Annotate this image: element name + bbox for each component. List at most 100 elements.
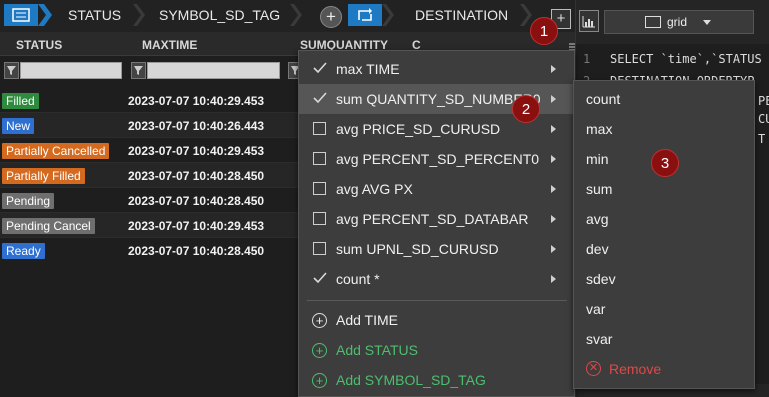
chart-icon[interactable] xyxy=(579,10,599,32)
chevron-right-icon xyxy=(551,245,556,253)
status-badge: Ready xyxy=(2,243,45,259)
chevron-right-icon xyxy=(551,185,556,193)
breadcrumb-chevron-icon xyxy=(290,4,302,26)
maxtime-cell: 2023-07-07 10:40:28.450 xyxy=(128,244,265,258)
menu-item-label: max TIME xyxy=(336,61,400,77)
table-row[interactable]: Pending Cancel 2023-07-07 10:40:29.453 xyxy=(0,213,300,238)
function-item-sdev[interactable]: sdev xyxy=(586,264,616,294)
breadcrumb-item-status[interactable]: STATUS xyxy=(68,4,121,26)
add-circle-icon: + xyxy=(312,373,327,388)
view-type-label: grid xyxy=(667,15,688,29)
filter-input-maxtime[interactable] xyxy=(147,62,280,79)
step-marker-1: 1 xyxy=(530,17,558,45)
table-row[interactable]: Partially Cancelled 2023-07-07 10:40:29.4… xyxy=(0,138,300,163)
view-type-select[interactable]: grid xyxy=(604,10,754,34)
menu-item-avg-avg-px[interactable]: avg AVG PX xyxy=(299,174,576,204)
checkbox xyxy=(313,152,326,165)
step-marker-2: 2 xyxy=(512,95,540,123)
maxtime-cell: 2023-07-07 10:40:28.450 xyxy=(128,169,265,183)
chevron-right-icon xyxy=(551,95,556,103)
table-row[interactable]: New 2023-07-07 10:40:26.443 xyxy=(0,113,300,138)
function-item-var[interactable]: var xyxy=(586,294,605,324)
table-empty-area xyxy=(0,262,300,397)
breadcrumb-chevron-icon xyxy=(133,4,145,26)
checkmark-icon xyxy=(313,92,327,104)
table-body: Filled 2023-07-07 10:40:29.453 New 2023-07-… xyxy=(0,88,300,263)
add-circle-icon: + xyxy=(312,313,327,328)
column-header-status[interactable]: STATUS xyxy=(16,38,62,52)
menu-item-sum-upnl-sd-curusd[interactable]: sum UPNL_SD_CURUSD xyxy=(299,234,576,264)
menu-item-count[interactable]: count * xyxy=(299,264,576,294)
function-item-min[interactable]: min xyxy=(586,144,609,174)
checkbox xyxy=(313,212,326,225)
add-circle-icon: + xyxy=(312,343,327,358)
menu-item-label: sum QUANTITY_SD_NUMBER0 xyxy=(336,91,541,107)
breadcrumb-item-destination[interactable]: DESTINATION xyxy=(415,4,508,26)
filter-icon[interactable] xyxy=(4,62,19,79)
status-badge: New xyxy=(2,118,35,134)
function-item-svar[interactable]: svar xyxy=(586,324,612,354)
menu-item-label: avg PERCENT_SD_DATABAR xyxy=(336,211,529,227)
breadcrumb: STATUS SYMBOL_SD_TAG + DESTINATION + xyxy=(0,0,575,32)
line-number: 1 xyxy=(583,52,591,66)
table-icon xyxy=(645,16,661,28)
add-column-item-add-time[interactable]: + Add TIME xyxy=(299,305,576,335)
breadcrumb-chevron-icon xyxy=(38,4,52,26)
chevron-right-icon xyxy=(551,275,556,283)
function-item-count[interactable]: count xyxy=(586,84,620,114)
function-item-dev[interactable]: dev xyxy=(586,234,609,264)
filter-icon[interactable] xyxy=(131,62,146,79)
function-item-max[interactable]: max xyxy=(586,114,612,144)
checkbox xyxy=(313,182,326,195)
grid-view-icon[interactable] xyxy=(4,4,38,26)
function-item-sum[interactable]: sum xyxy=(586,174,612,204)
status-badge: Partially Cancelled xyxy=(2,143,110,159)
checkbox xyxy=(313,242,326,255)
aggregation-function-submenu: ✕ Remove count max min sum avg dev sdev var svar xyxy=(573,80,755,389)
filter-input-status[interactable] xyxy=(20,62,122,79)
menu-divider xyxy=(307,300,567,301)
maxtime-cell: 2023-07-07 10:40:29.453 xyxy=(128,144,265,158)
checkmark-icon xyxy=(313,272,327,284)
code-line: T xyxy=(758,132,766,146)
code-line: PE xyxy=(758,94,769,108)
maxtime-cell: 2023-07-07 10:40:28.450 xyxy=(128,194,265,208)
pivot-icon[interactable] xyxy=(348,4,382,26)
status-badge: Pending Cancel xyxy=(2,218,95,234)
code-line: SELECT `time`,`STATUS xyxy=(610,52,762,66)
menu-item-label: avg PRICE_SD_CURUSD xyxy=(336,121,501,137)
step-marker-3: 3 xyxy=(651,149,679,177)
menu-item-max-time[interactable]: max TIME xyxy=(299,54,576,84)
menu-item-avg-percent-sd-databar[interactable]: avg PERCENT_SD_DATABAR xyxy=(299,204,576,234)
add-column-item-add-status[interactable]: + Add STATUS xyxy=(299,335,576,365)
chevron-down-icon xyxy=(703,20,711,25)
chevron-right-icon xyxy=(551,65,556,73)
remove-icon: ✕ xyxy=(586,361,601,376)
remove-label: Remove xyxy=(609,361,662,377)
add-group-button[interactable]: + xyxy=(320,6,342,28)
table-row[interactable]: Filled 2023-07-07 10:40:29.453 xyxy=(0,88,300,113)
checkbox xyxy=(313,122,326,135)
status-badge: Partially Filled xyxy=(2,168,85,184)
code-line: CU xyxy=(758,112,769,126)
table-row[interactable]: Ready 2023-07-07 10:40:28.450 xyxy=(0,238,300,263)
chevron-right-icon xyxy=(551,215,556,223)
function-item-avg[interactable]: avg xyxy=(586,204,609,234)
add-item-label: Add TIME xyxy=(336,312,398,328)
add-item-label: Add SYMBOL_SD_TAG xyxy=(336,372,486,388)
breadcrumb-item-symbol[interactable]: SYMBOL_SD_TAG xyxy=(159,4,280,26)
menu-item-label: count * xyxy=(336,271,380,287)
breadcrumb-chevron-icon xyxy=(382,4,394,26)
add-column-item-add-symbol-sd-tag[interactable]: + Add SYMBOL_SD_TAG xyxy=(299,365,576,395)
menu-item-label: sum UPNL_SD_CURUSD xyxy=(336,241,499,257)
maxtime-cell: 2023-07-07 10:40:29.453 xyxy=(128,94,265,108)
chevron-right-icon xyxy=(551,125,556,133)
menu-item-label: avg PERCENT_SD_PERCENT0 xyxy=(336,151,540,167)
maxtime-cell: 2023-07-07 10:40:29.453 xyxy=(128,219,265,233)
chevron-right-icon xyxy=(551,155,556,163)
menu-item-avg-percent-sd-percent0[interactable]: avg PERCENT_SD_PERCENT0 xyxy=(299,144,576,174)
table-row[interactable]: Pending 2023-07-07 10:40:28.450 xyxy=(0,188,300,213)
table-row[interactable]: Partially Filled 2023-07-07 10:40:28.450 xyxy=(0,163,300,188)
status-badge: Filled xyxy=(2,93,39,109)
column-header-maxtime[interactable]: MAXTIME xyxy=(142,38,197,52)
